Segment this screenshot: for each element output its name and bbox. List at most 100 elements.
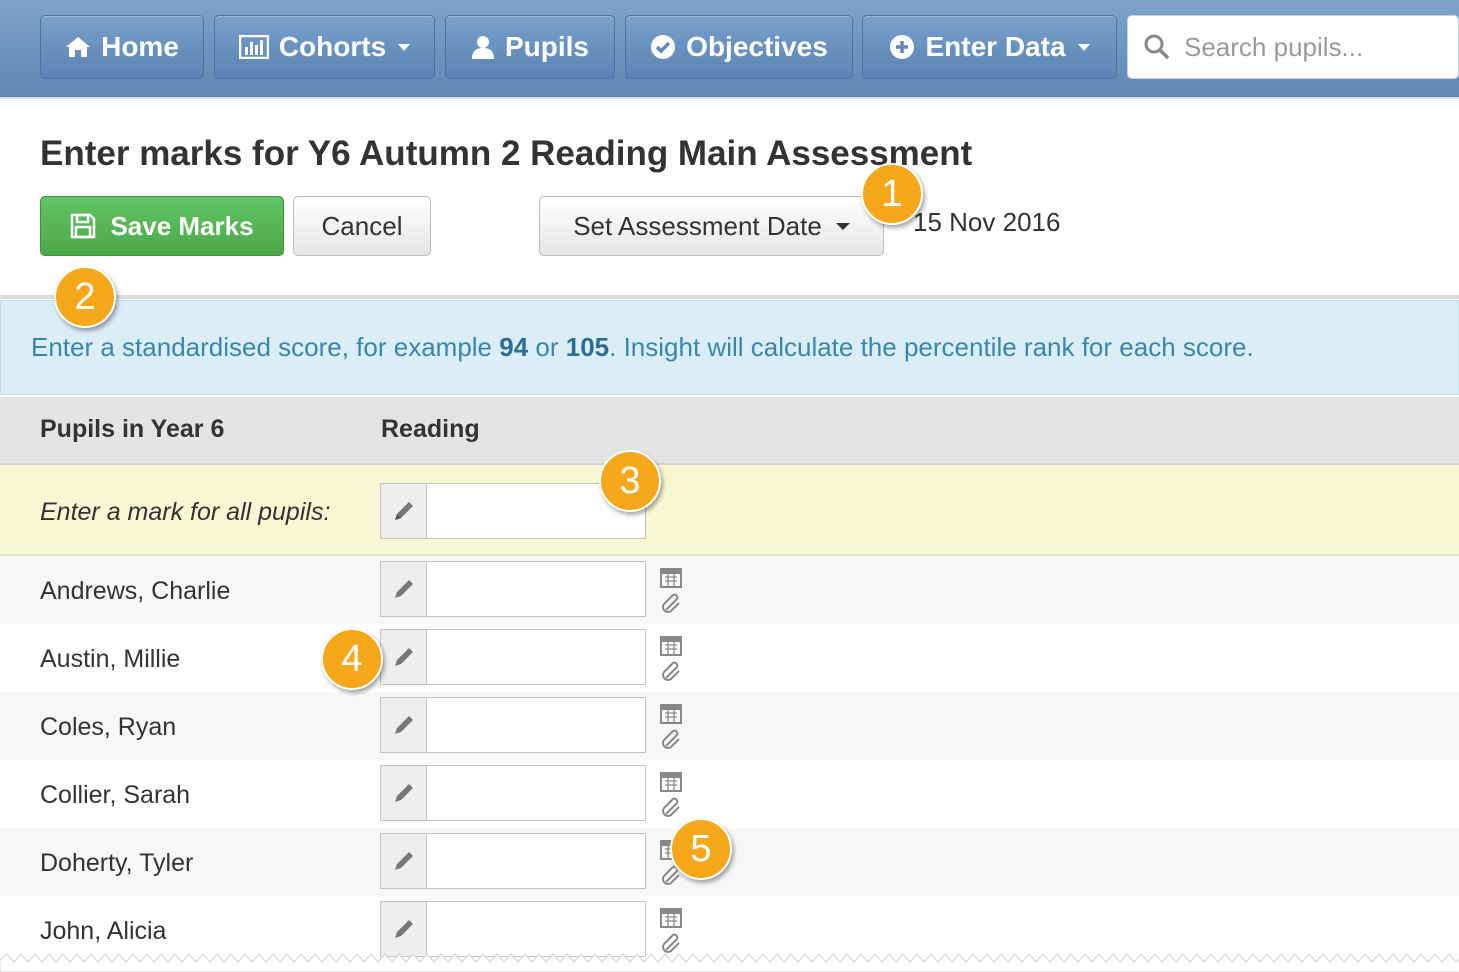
save-marks-label: Save Marks xyxy=(110,210,254,241)
nav-enter-data-label: Enter Data xyxy=(925,31,1066,62)
row-actions xyxy=(660,566,684,614)
table-row: Coles, Ryan xyxy=(0,692,1459,760)
mark-input[interactable] xyxy=(426,629,646,685)
info-text-before: Enter a standardised score, for example xyxy=(31,332,500,362)
nav-cohorts-button[interactable]: Cohorts xyxy=(214,15,435,79)
bar-chart-icon xyxy=(238,35,269,59)
cancel-button[interactable]: Cancel xyxy=(293,196,431,256)
plus-circle-icon xyxy=(890,35,915,59)
nav-objectives-button[interactable]: Objectives xyxy=(625,15,853,79)
nav-pupils-label: Pupils xyxy=(504,31,589,62)
chevron-down-icon xyxy=(1077,43,1090,51)
calendar-icon[interactable] xyxy=(660,770,682,792)
pencil-icon xyxy=(394,580,413,598)
divider xyxy=(0,295,1459,299)
nav-objectives-label: Objectives xyxy=(686,31,828,62)
page-title: Enter marks for Y6 Autumn 2 Reading Main… xyxy=(40,134,973,173)
paperclip-icon[interactable] xyxy=(660,592,682,614)
calendar-icon[interactable] xyxy=(660,702,682,724)
table-row: Collier, Sarah xyxy=(0,760,1459,828)
pencil-icon xyxy=(394,852,413,870)
row-actions xyxy=(660,702,684,750)
callout-badge-4: 4 xyxy=(321,628,383,690)
pupil-name: Andrews, Charlie xyxy=(40,577,231,605)
row-actions xyxy=(660,906,684,954)
pupil-name: Austin, Millie xyxy=(40,645,181,673)
paperclip-icon[interactable] xyxy=(660,660,682,682)
mark-input[interactable] xyxy=(426,901,646,957)
save-marks-button[interactable]: Save Marks xyxy=(40,196,284,256)
search-input[interactable] xyxy=(1182,30,1446,64)
assessment-date: 15 Nov 2016 xyxy=(913,207,1061,237)
mark-group xyxy=(380,697,646,753)
search-box xyxy=(1127,15,1459,79)
pencil-icon xyxy=(394,920,413,938)
info-text-after: . Insight will calculate the percentile … xyxy=(609,332,1254,362)
column-header-reading: Reading xyxy=(381,415,480,443)
mark-group xyxy=(380,765,646,821)
pencil-icon xyxy=(394,716,413,734)
pencil-icon xyxy=(394,648,413,666)
torn-edge xyxy=(0,953,1459,972)
nav-home-button[interactable]: Home xyxy=(40,15,204,79)
pencil-button[interactable] xyxy=(380,697,426,753)
callout-badge-1: 1 xyxy=(861,163,923,225)
all-pupils-label: Enter a mark for all pupils: xyxy=(40,498,331,526)
nav-home-label: Home xyxy=(101,31,179,62)
all-pupils-row: Enter a mark for all pupils: xyxy=(0,465,1459,556)
chevron-down-icon xyxy=(835,222,850,230)
pencil-button[interactable] xyxy=(380,561,426,617)
pencil-button[interactable] xyxy=(380,833,426,889)
nav-pupils-button[interactable]: Pupils xyxy=(445,15,615,79)
mark-group xyxy=(380,561,646,617)
table-row: Austin, Millie xyxy=(0,624,1459,692)
pupil-name: Doherty, Tyler xyxy=(40,849,194,877)
cancel-label: Cancel xyxy=(321,210,403,241)
pencil-button[interactable] xyxy=(380,765,426,821)
calendar-icon[interactable] xyxy=(660,906,682,928)
column-header-pupils: Pupils in Year 6 xyxy=(40,415,225,443)
row-actions xyxy=(660,634,684,682)
floppy-disk-icon xyxy=(71,213,96,239)
calendar-icon[interactable] xyxy=(660,566,682,588)
paperclip-icon[interactable] xyxy=(660,796,682,818)
search-icon xyxy=(1144,34,1170,60)
set-assessment-date-label: Set Assessment Date xyxy=(573,210,822,241)
mark-input[interactable] xyxy=(426,561,646,617)
calendar-icon[interactable] xyxy=(660,634,682,656)
pencil-icon xyxy=(394,784,413,802)
info-example-2: 105 xyxy=(565,332,610,362)
pencil-button[interactable] xyxy=(380,483,426,539)
pencil-icon xyxy=(394,502,413,520)
pupil-name: Collier, Sarah xyxy=(40,781,191,809)
pupil-name: Coles, Ryan xyxy=(40,713,177,741)
mark-input[interactable] xyxy=(426,833,646,889)
row-actions xyxy=(660,770,684,818)
table-header: Pupils in Year 6 Reading xyxy=(0,397,1459,465)
user-icon xyxy=(471,36,494,59)
nav-cohorts-label: Cohorts xyxy=(278,31,387,62)
pencil-button[interactable] xyxy=(380,901,426,957)
paperclip-icon[interactable] xyxy=(660,932,682,954)
callout-badge-5: 5 xyxy=(670,818,732,880)
callout-badge-3: 3 xyxy=(599,450,661,512)
chevron-down-icon xyxy=(398,43,411,51)
mark-group xyxy=(380,901,646,957)
pencil-button[interactable] xyxy=(380,629,426,685)
info-text-or: or xyxy=(528,332,566,362)
check-circle-icon xyxy=(651,35,676,59)
callout-badge-2: 2 xyxy=(54,266,116,328)
mark-group xyxy=(380,629,646,685)
pupil-name: John, Alicia xyxy=(40,917,167,945)
mark-input[interactable] xyxy=(426,697,646,753)
set-assessment-date-button[interactable]: Set Assessment Date xyxy=(539,196,884,256)
home-icon xyxy=(66,37,91,57)
nav-enter-data-button[interactable]: Enter Data xyxy=(862,15,1117,79)
info-example-1: 94 xyxy=(499,332,529,362)
table-row: Andrews, Charlie xyxy=(0,556,1459,624)
paperclip-icon[interactable] xyxy=(660,728,682,750)
top-navbar: Home Cohorts Pupils Objectives Enter Dat… xyxy=(0,0,1459,99)
info-alert: Enter a standardised score, for example … xyxy=(0,300,1459,395)
mark-group xyxy=(380,833,646,889)
mark-input[interactable] xyxy=(426,765,646,821)
